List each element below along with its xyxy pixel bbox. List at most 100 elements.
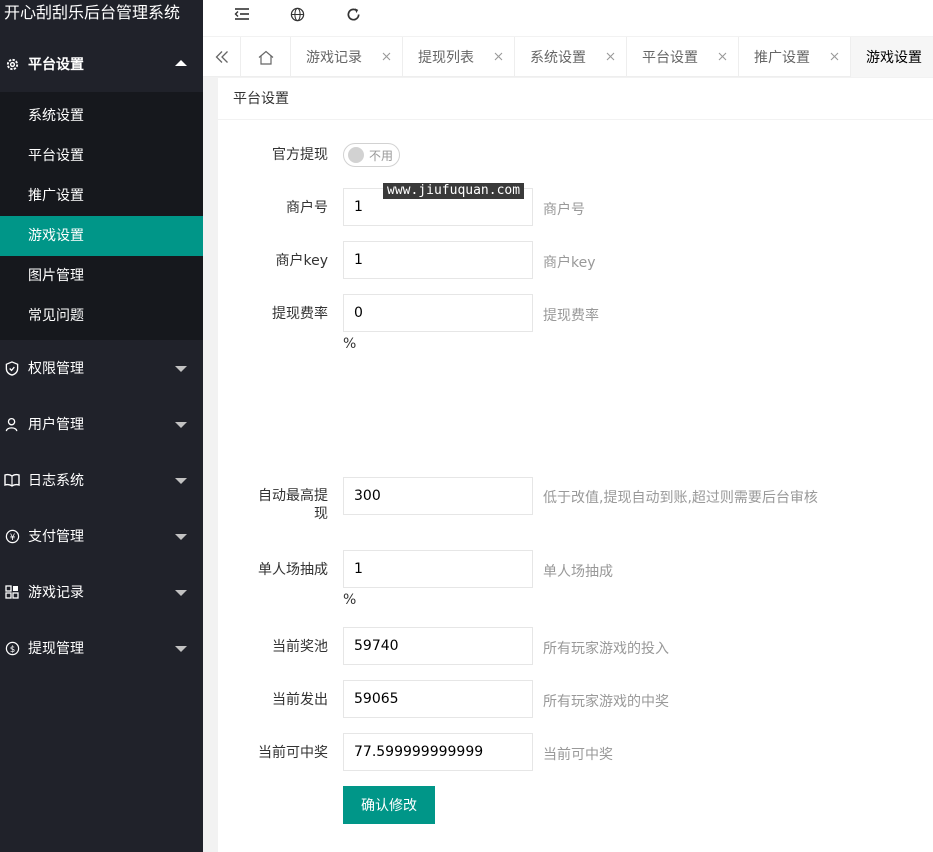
chevron-down-icon xyxy=(175,478,187,484)
current-payout-input[interactable] xyxy=(343,680,533,718)
sidebar-group-permissions[interactable]: 权限管理 xyxy=(0,340,203,396)
sidebar-submenu: 系统设置 平台设置 推广设置 游戏设置 图片管理 常见问题 xyxy=(0,92,203,340)
current-pool-hint: 所有玩家游戏的投入 xyxy=(543,641,669,657)
sidebar-group-platform-settings[interactable]: 平台设置 xyxy=(0,36,203,92)
tab-label: 平台设置 xyxy=(642,50,698,66)
sidebar-group-label: 权限管理 xyxy=(28,361,84,377)
close-icon[interactable] xyxy=(716,50,728,62)
tab-system-settings[interactable]: 系统设置 xyxy=(515,37,627,77)
menu-fold-icon[interactable] xyxy=(231,4,253,24)
gear-icon xyxy=(4,56,20,72)
close-icon[interactable] xyxy=(828,50,840,62)
confirm-button[interactable]: 确认修改 xyxy=(343,786,435,824)
tab-bar: 游戏记录 提现列表 系统设置 平台设置 推广设置 游戏设置 xyxy=(203,37,933,77)
single-round-cut-input[interactable] xyxy=(343,550,533,588)
current-pool-label: 当前奖池 xyxy=(272,639,328,655)
yen-icon: ¥ xyxy=(4,528,20,544)
withdraw-fee-unit: % xyxy=(343,336,357,352)
switch-knob xyxy=(348,147,364,163)
official-withdraw-label: 官方提现 xyxy=(272,147,328,163)
sidebar-item-faq[interactable]: 常见问题 xyxy=(0,296,203,336)
withdraw-fee-input[interactable] xyxy=(343,294,533,332)
auto-max-withdraw-hint: 低于改值,提现自动到账,超过则需要后台审核 xyxy=(543,490,818,506)
tab-label: 游戏记录 xyxy=(306,50,362,66)
single-round-cut-hint: 单人场抽成 xyxy=(543,564,613,580)
tab-game-records[interactable]: 游戏记录 xyxy=(291,37,403,77)
sidebar-item-system-settings[interactable]: 系统设置 xyxy=(0,96,203,136)
current-winnable-label: 当前可中奖 xyxy=(258,745,328,761)
single-round-cut-label: 单人场抽成 xyxy=(258,562,328,578)
sidebar-group-logs[interactable]: 日志系统 xyxy=(0,452,203,508)
close-icon[interactable] xyxy=(604,50,616,62)
single-round-cut-unit: % xyxy=(343,592,357,608)
current-payout-label: 当前发出 xyxy=(272,692,328,708)
tab-scroll-left-button[interactable] xyxy=(203,37,241,77)
tab-game-settings[interactable]: 游戏设置 xyxy=(851,37,933,77)
chevron-down-icon xyxy=(175,646,187,652)
sidebar-group-withdrawals[interactable]: $ 提现管理 xyxy=(0,620,203,676)
dollar-icon: $ xyxy=(4,640,20,656)
withdraw-fee-label: 提现费率 xyxy=(272,306,328,322)
chevron-down-icon xyxy=(175,534,187,540)
current-winnable-input[interactable] xyxy=(343,733,533,771)
tab-withdraw-list[interactable]: 提现列表 xyxy=(403,37,515,77)
close-icon[interactable] xyxy=(380,50,392,62)
sidebar-item-promotion-settings[interactable]: 推广设置 xyxy=(0,176,203,216)
sidebar-item-platform-settings[interactable]: 平台设置 xyxy=(0,136,203,176)
card-title: 平台设置 xyxy=(218,78,933,120)
chevron-down-icon xyxy=(175,366,187,372)
home-icon xyxy=(258,50,273,65)
apps-icon xyxy=(4,584,20,600)
sidebar-group-users[interactable]: 用户管理 xyxy=(0,396,203,452)
auto-max-withdraw-label: 自动最高提 现 xyxy=(248,487,328,523)
current-pool-input[interactable] xyxy=(343,627,533,665)
official-withdraw-switch[interactable]: 不用 xyxy=(343,143,400,167)
chevron-up-icon xyxy=(175,60,187,66)
refresh-icon[interactable] xyxy=(342,4,364,24)
current-winnable-hint: 当前可中奖 xyxy=(543,747,613,763)
withdraw-fee-hint: 提现费率 xyxy=(543,308,599,324)
sidebar-item-image-management[interactable]: 图片管理 xyxy=(0,256,203,296)
merchant-key-input[interactable] xyxy=(343,241,533,279)
sidebar-group-game-records[interactable]: 游戏记录 xyxy=(0,564,203,620)
top-header xyxy=(203,0,933,36)
sidebar-group-payments[interactable]: ¥ 支付管理 xyxy=(0,508,203,564)
tab-label: 系统设置 xyxy=(530,50,586,66)
sidebar-group-label: 日志系统 xyxy=(28,473,84,489)
current-payout-hint: 所有玩家游戏的中奖 xyxy=(543,694,669,710)
sidebar-group-label: 提现管理 xyxy=(28,641,84,657)
watermark: www.jiufuquan.com xyxy=(383,183,525,199)
label-line: 自动最高提 xyxy=(258,488,328,504)
tab-label: 推广设置 xyxy=(754,50,810,66)
merchant-key-hint: 商户key xyxy=(543,255,596,271)
sidebar-group-label: 平台设置 xyxy=(28,57,84,73)
tab-label: 提现列表 xyxy=(418,50,474,66)
chevron-down-icon xyxy=(175,590,187,596)
sidebar-group-label: 游戏记录 xyxy=(28,585,84,601)
chevron-down-icon xyxy=(175,422,187,428)
tab-label: 游戏设置 xyxy=(866,50,922,66)
close-icon[interactable] xyxy=(492,50,504,62)
app-title: 开心刮刮乐后台管理系统 xyxy=(4,3,181,22)
globe-icon[interactable] xyxy=(286,4,308,24)
svg-text:¥: ¥ xyxy=(9,531,15,541)
sidebar: 开心刮刮乐后台管理系统 平台设置 系统设置 平台设置 推广设置 游戏设置 图片管… xyxy=(0,0,203,852)
settings-card: 平台设置 官方提现 不用 商户号 商户号 商户key 商户key 提现费率 提现… xyxy=(218,78,933,852)
sidebar-item-game-settings[interactable]: 游戏设置 xyxy=(0,216,203,256)
double-chevron-left-icon xyxy=(215,51,228,63)
shield-icon xyxy=(4,360,20,376)
merchant-key-label: 商户key xyxy=(275,253,328,269)
user-icon xyxy=(4,416,20,432)
book-icon xyxy=(4,472,20,488)
tab-platform-settings[interactable]: 平台设置 xyxy=(627,37,739,77)
merchant-id-hint: 商户号 xyxy=(543,202,585,218)
sidebar-group-label: 用户管理 xyxy=(28,417,84,433)
tab-promotion-settings[interactable]: 推广设置 xyxy=(739,37,851,77)
tab-home[interactable] xyxy=(241,37,291,77)
svg-text:$: $ xyxy=(9,643,14,653)
switch-text: 不用 xyxy=(369,149,394,163)
merchant-id-label: 商户号 xyxy=(286,200,328,216)
sidebar-group-label: 支付管理 xyxy=(28,529,84,545)
label-line: 现 xyxy=(314,506,328,522)
auto-max-withdraw-input[interactable] xyxy=(343,477,533,515)
